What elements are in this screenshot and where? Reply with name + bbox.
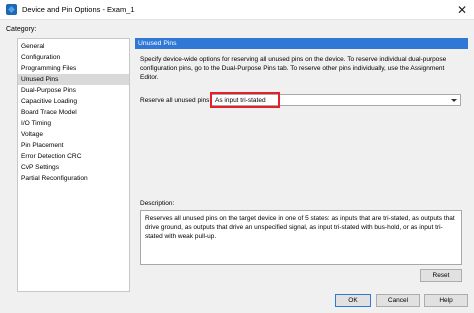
sidebar-item-io-timing[interactable]: I/O Timing	[18, 118, 129, 129]
sidebar-item-general[interactable]: General	[18, 41, 129, 52]
sidebar-item-board-trace-model[interactable]: Board Trace Model	[18, 107, 129, 118]
ok-button[interactable]: OK	[335, 294, 371, 307]
highlight-annotation	[210, 92, 280, 108]
reset-button[interactable]: Reset	[420, 269, 462, 282]
reserve-pins-label: Reserve all unused pins:	[140, 97, 212, 104]
dialog-button-bar: OK Cancel Help	[0, 294, 474, 313]
category-list: General Configuration Programming Files …	[17, 38, 130, 292]
sidebar-item-error-detection-crc[interactable]: Error Detection CRC	[18, 151, 129, 162]
title-bar: Device and Pin Options - Exam_1 ✕	[0, 0, 474, 20]
panel-description: Specify device-wide options for reservin…	[140, 56, 447, 81]
sidebar-item-dual-purpose-pins[interactable]: Dual-Purpose Pins	[18, 85, 129, 96]
chevron-down-icon[interactable]	[451, 99, 457, 102]
settings-panel: Unused Pins Specify device-wide options …	[135, 38, 468, 292]
cancel-button[interactable]: Cancel	[376, 294, 420, 307]
description-text-box: Reserves all unused pins on the target d…	[140, 210, 462, 265]
sidebar-item-cvp-settings[interactable]: CvP Settings	[18, 162, 129, 173]
sidebar-item-configuration[interactable]: Configuration	[18, 52, 129, 63]
close-icon[interactable]: ✕	[454, 2, 470, 18]
sidebar-item-pin-placement[interactable]: Pin Placement	[18, 140, 129, 151]
app-logo-icon	[6, 4, 17, 15]
sidebar-item-voltage[interactable]: Voltage	[18, 129, 129, 140]
sidebar-item-unused-pins[interactable]: Unused Pins	[18, 74, 129, 85]
category-label: Category:	[6, 26, 37, 33]
window-title: Device and Pin Options - Exam_1	[22, 5, 135, 14]
sidebar-item-programming-files[interactable]: Programming Files	[18, 63, 129, 74]
description-label: Description:	[140, 200, 175, 207]
panel-header: Unused Pins	[135, 38, 468, 49]
sidebar-item-partial-reconfiguration[interactable]: Partial Reconfiguration	[18, 173, 129, 184]
sidebar-item-capacitive-loading[interactable]: Capacitive Loading	[18, 96, 129, 107]
help-button[interactable]: Help	[424, 294, 468, 307]
